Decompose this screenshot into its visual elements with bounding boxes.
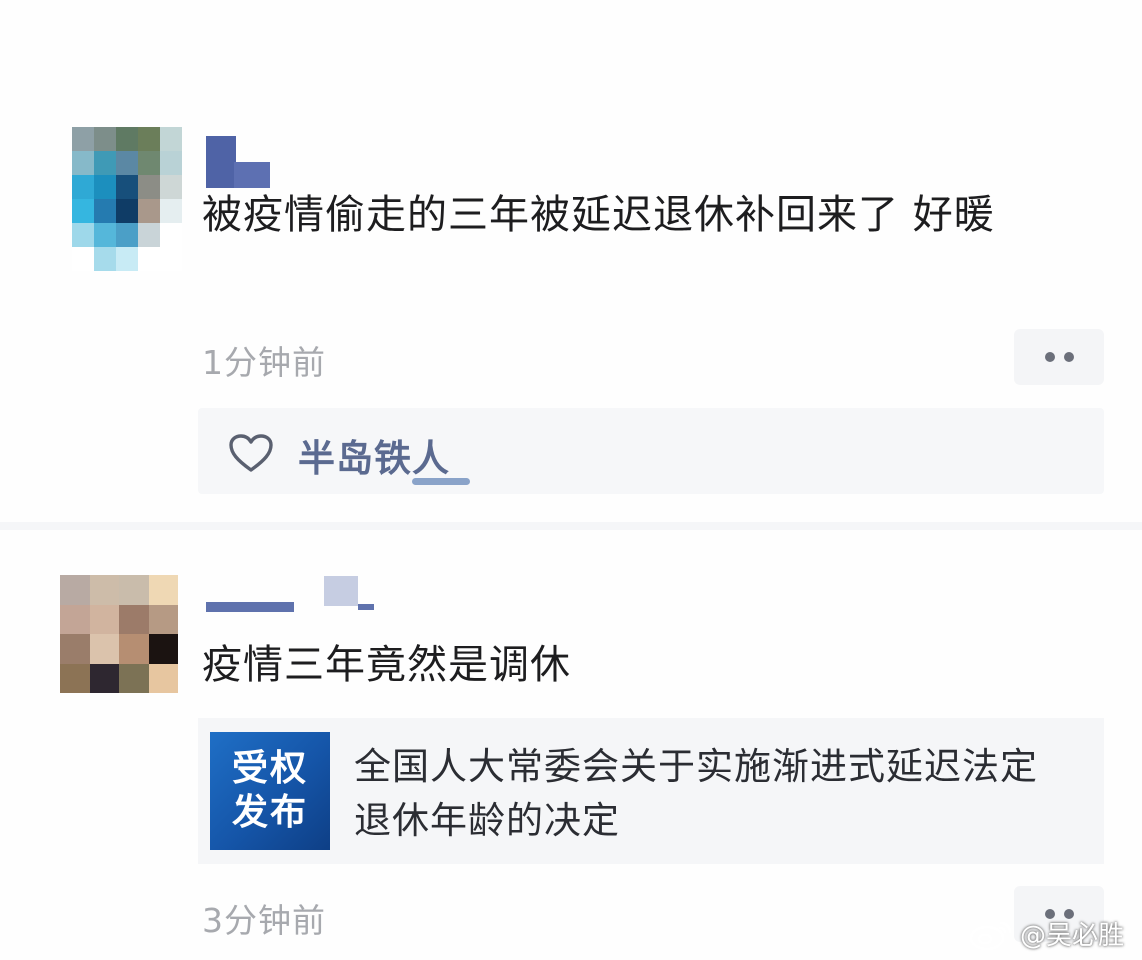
more-button[interactable] bbox=[1014, 329, 1104, 385]
avatar-pixel bbox=[148, 663, 178, 693]
link-thumbnail: 受权 发布 bbox=[210, 732, 330, 850]
avatar-pixel bbox=[72, 127, 94, 151]
avatar[interactable] bbox=[72, 127, 182, 271]
avatar-pixel bbox=[94, 223, 116, 247]
avatar-pixel bbox=[89, 575, 119, 605]
divider bbox=[0, 522, 1142, 530]
avatar-pixel bbox=[72, 223, 94, 247]
link-card[interactable]: 受权 发布 全国人大常委会关于实施渐进式延迟法定退休年龄的决定 bbox=[198, 718, 1104, 864]
avatar-pixel bbox=[89, 604, 119, 634]
avatar-pixel bbox=[138, 199, 160, 223]
avatar-pixel bbox=[138, 175, 160, 199]
weibo-logo-icon bbox=[969, 921, 1012, 950]
avatar-pixel bbox=[138, 223, 160, 247]
avatar-pixel bbox=[72, 175, 94, 199]
avatar-pixel bbox=[160, 151, 182, 175]
avatar-pixel bbox=[148, 634, 178, 664]
avatar-pixel bbox=[89, 663, 119, 693]
avatar-pixel bbox=[148, 604, 178, 634]
liker-name[interactable]: 半岛铁人 bbox=[298, 428, 450, 482]
watermark-text: @吴必胜 bbox=[1020, 921, 1125, 951]
avatar-pixel bbox=[60, 663, 90, 693]
avatar-pixel bbox=[94, 175, 116, 199]
like-bar[interactable]: 半岛铁人 bbox=[198, 408, 1104, 494]
comment-text: 疫情三年竟然是调休 bbox=[202, 642, 571, 688]
avatar-pixel bbox=[60, 575, 90, 605]
avatar-pixel bbox=[160, 127, 182, 151]
avatar-pixel bbox=[94, 199, 116, 223]
avatar-pixel bbox=[116, 247, 138, 271]
avatar-pixel bbox=[94, 127, 116, 151]
avatar-pixel bbox=[116, 199, 138, 223]
avatar-pixel bbox=[72, 199, 94, 223]
username-mosaic[interactable] bbox=[206, 576, 376, 612]
badge-line: 发布 bbox=[231, 792, 308, 833]
mosaic-mark bbox=[412, 478, 470, 485]
avatar-pixel bbox=[94, 247, 116, 271]
comment-text: 被疫情偷走的三年被延迟退休补回来了 好暖 bbox=[202, 192, 995, 238]
avatar-pixel bbox=[119, 575, 149, 605]
watermark: @吴必胜 bbox=[968, 915, 1124, 952]
comment-page: 被疫情偷走的三年被延迟退休补回来了 好暖 1分钟前 半岛铁人 疫情三年竟然是调休… bbox=[0, 0, 1142, 960]
avatar-pixel bbox=[116, 223, 138, 247]
avatar-pixel bbox=[116, 175, 138, 199]
avatar-pixel bbox=[160, 223, 182, 247]
link-title[interactable]: 全国人大常委会关于实施渐进式延迟法定退休年龄的决定 bbox=[354, 740, 1074, 848]
avatar-pixel bbox=[72, 247, 94, 271]
avatar-pixel bbox=[138, 247, 160, 271]
avatar-pixel bbox=[116, 151, 138, 175]
avatar-pixel bbox=[160, 247, 182, 271]
avatar-pixel bbox=[60, 634, 90, 664]
more-icon bbox=[1044, 352, 1055, 362]
heart-icon[interactable] bbox=[228, 433, 274, 473]
avatar-pixel bbox=[160, 175, 182, 199]
avatar-pixel bbox=[119, 663, 149, 693]
comment-timestamp: 3分钟前 bbox=[202, 901, 326, 940]
avatar-pixel bbox=[148, 575, 178, 605]
avatar-pixel bbox=[94, 151, 116, 175]
avatar-pixel bbox=[119, 634, 149, 664]
avatar-pixel bbox=[116, 127, 138, 151]
avatar[interactable] bbox=[60, 575, 178, 693]
avatar-pixel bbox=[138, 151, 160, 175]
avatar-pixel bbox=[89, 634, 119, 664]
avatar-pixel bbox=[138, 127, 160, 151]
avatar-pixel bbox=[72, 151, 94, 175]
avatar-pixel bbox=[60, 604, 90, 634]
username-mosaic[interactable] bbox=[206, 136, 270, 188]
badge-line: 受权 bbox=[231, 748, 308, 789]
avatar-pixel bbox=[119, 604, 149, 634]
avatar-pixel bbox=[160, 199, 182, 223]
comment-timestamp: 1分钟前 bbox=[202, 343, 326, 382]
